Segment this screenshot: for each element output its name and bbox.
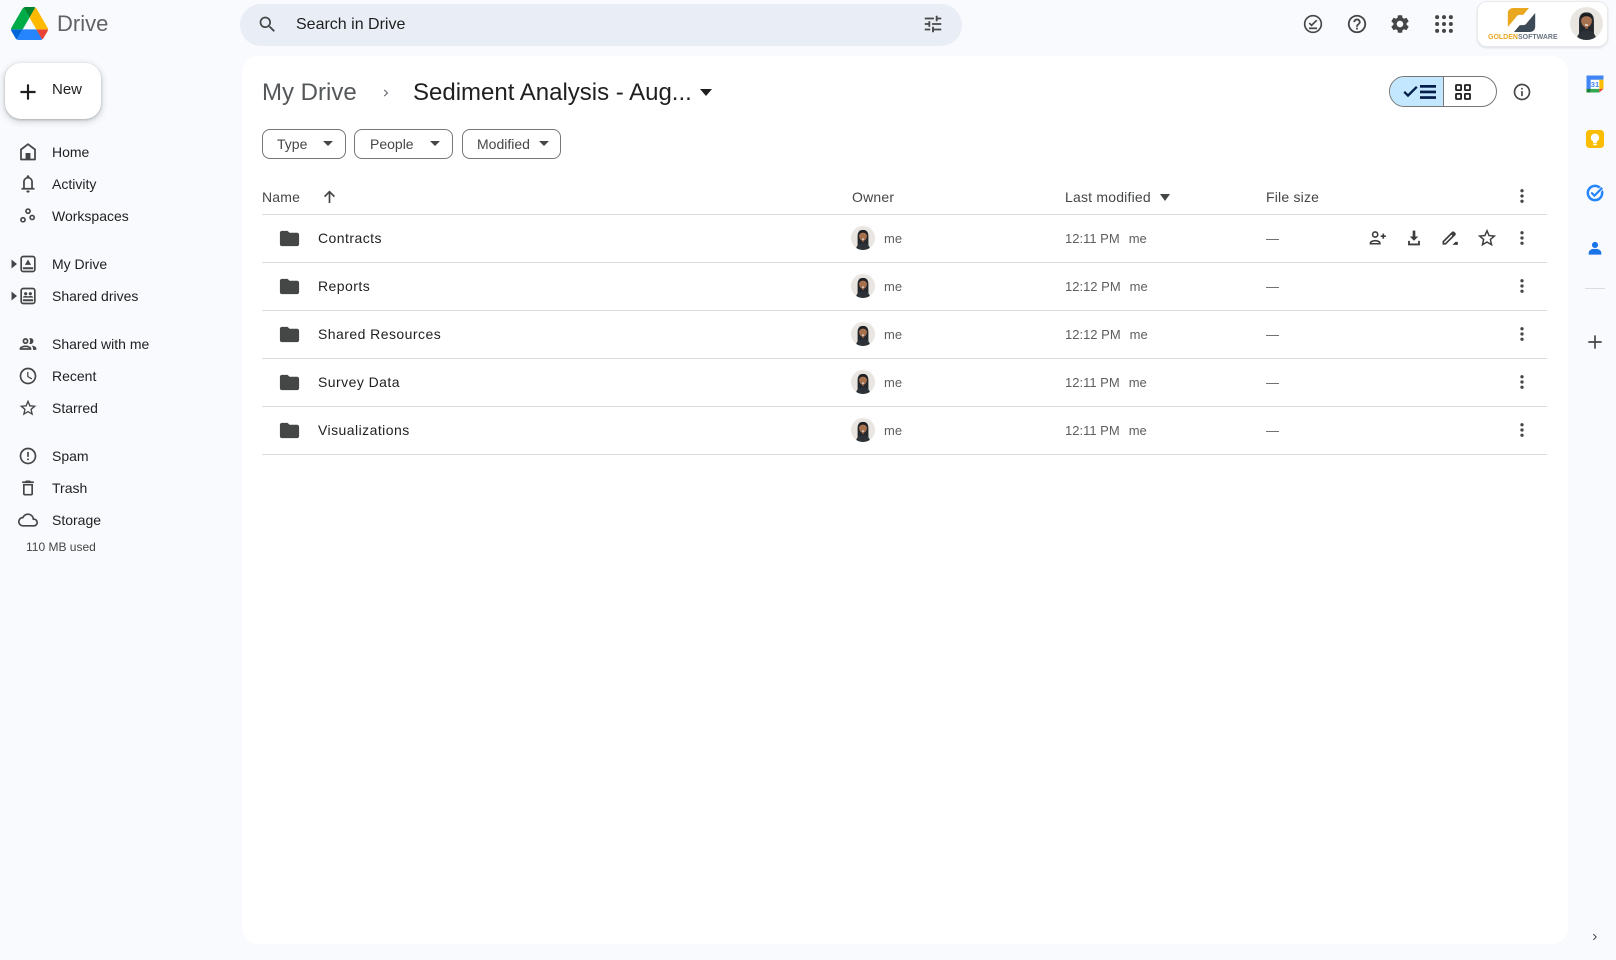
svg-text:31: 31 [1591, 80, 1600, 89]
